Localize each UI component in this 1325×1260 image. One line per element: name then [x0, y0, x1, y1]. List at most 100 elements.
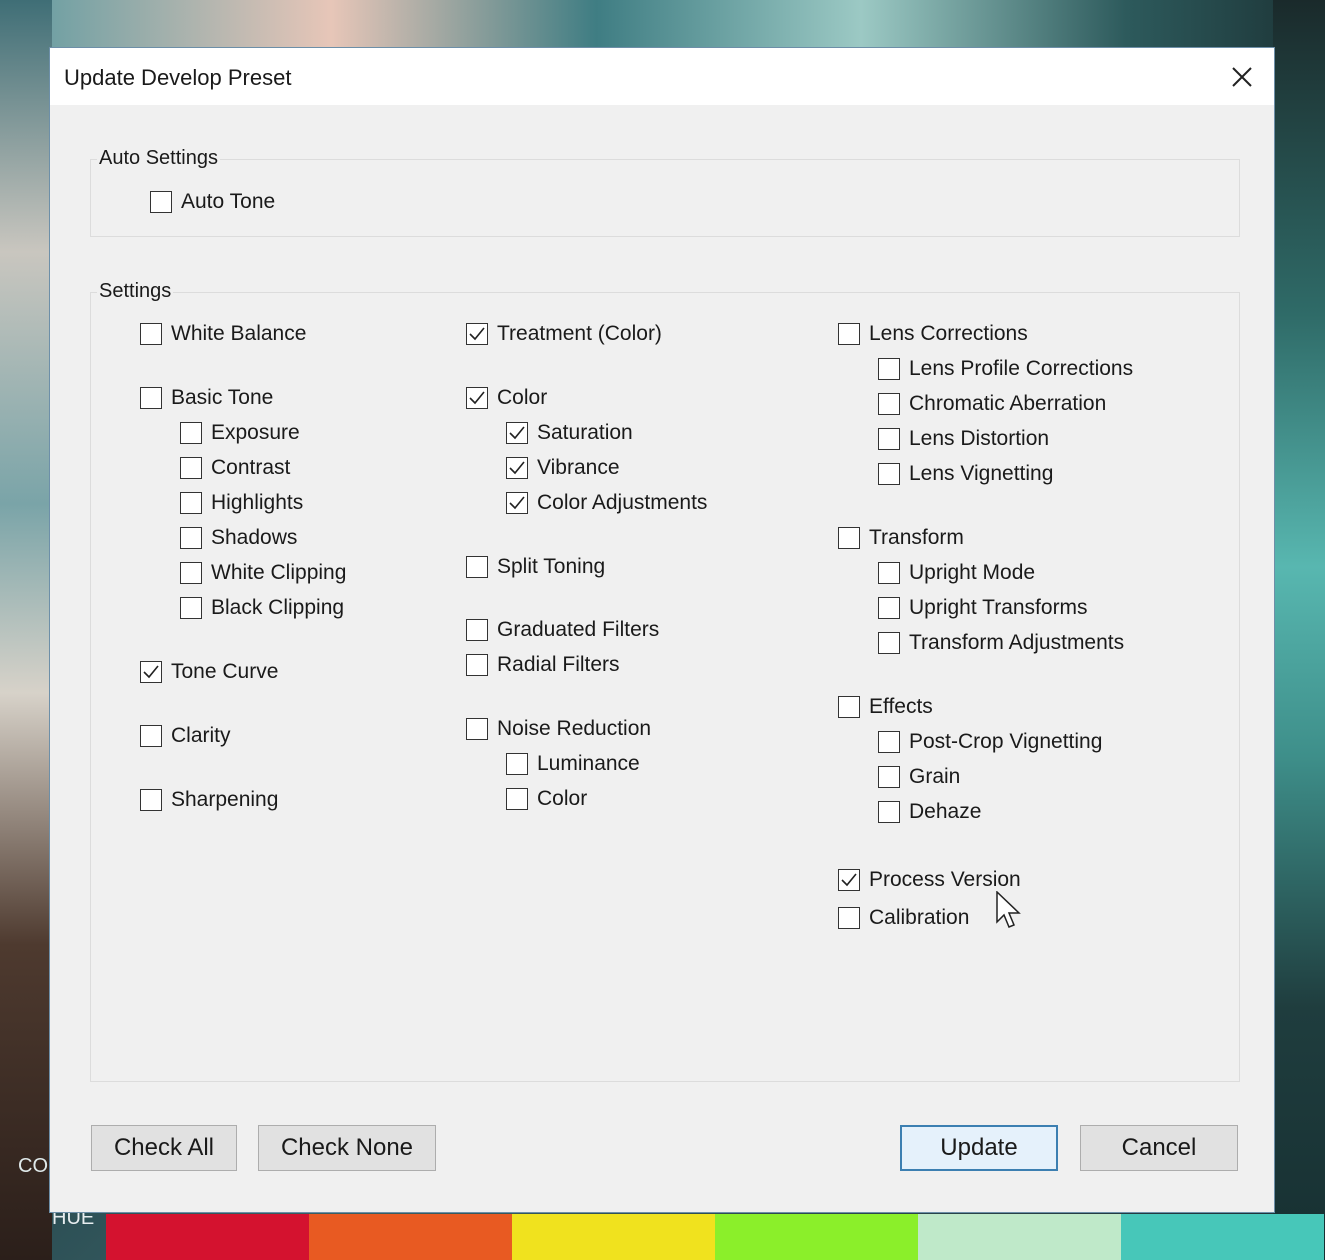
checkbox-box[interactable]: [180, 422, 202, 444]
checkbox-box[interactable]: [180, 492, 202, 514]
effects-checkbox[interactable]: Effects: [838, 693, 933, 721]
dehaze-checkbox[interactable]: Dehaze: [878, 798, 981, 826]
checkmark-icon: [509, 426, 525, 440]
transform-adjustments-checkbox[interactable]: Transform Adjustments: [878, 629, 1124, 657]
transform-checkbox[interactable]: Transform: [838, 524, 964, 552]
checkbox-box[interactable]: [878, 731, 900, 753]
checkbox-box[interactable]: [466, 323, 488, 345]
dialog-titlebar: Update Develop Preset: [50, 48, 1274, 105]
checkbox-box[interactable]: [838, 907, 860, 929]
hue-swatch: [106, 1214, 309, 1260]
checkbox-box[interactable]: [140, 387, 162, 409]
checkmark-icon: [509, 461, 525, 475]
background-photo-right: [1273, 0, 1325, 1260]
checkbox-box[interactable]: [878, 358, 900, 380]
white-balance-checkbox[interactable]: White Balance: [140, 320, 306, 348]
hue-swatch: [1121, 1214, 1324, 1260]
lens-vignetting-checkbox[interactable]: Lens Vignetting: [878, 460, 1053, 488]
checkbox-box[interactable]: [506, 492, 528, 514]
color-checkbox[interactable]: Color: [506, 785, 587, 813]
checkbox-box[interactable]: [466, 556, 488, 578]
checkbox-box[interactable]: [838, 323, 860, 345]
checkbox-box[interactable]: [878, 597, 900, 619]
radial-filters-checkbox[interactable]: Radial Filters: [466, 651, 620, 679]
sharpening-checkbox[interactable]: Sharpening: [140, 786, 278, 814]
lens-distortion-checkbox[interactable]: Lens Distortion: [878, 425, 1049, 453]
checkbox-box[interactable]: [180, 527, 202, 549]
lens-corrections-checkbox[interactable]: Lens Corrections: [838, 320, 1028, 348]
checkbox-box[interactable]: [878, 632, 900, 654]
checkbox-label: White Balance: [171, 322, 307, 345]
checkbox-box[interactable]: [506, 457, 528, 479]
tone-curve-checkbox[interactable]: Tone Curve: [140, 658, 278, 686]
color-checkbox[interactable]: Color: [466, 384, 547, 412]
checkbox-label: Upright Transforms: [909, 596, 1088, 619]
checkbox-box[interactable]: [506, 422, 528, 444]
highlights-checkbox[interactable]: Highlights: [180, 489, 303, 517]
lens-profile-corrections-checkbox[interactable]: Lens Profile Corrections: [878, 355, 1133, 383]
checkbox-box[interactable]: [466, 619, 488, 641]
noise-reduction-checkbox[interactable]: Noise Reduction: [466, 715, 651, 743]
checkbox-box[interactable]: [838, 869, 860, 891]
checkbox-box[interactable]: [180, 457, 202, 479]
shadows-checkbox[interactable]: Shadows: [180, 524, 297, 552]
white-clipping-checkbox[interactable]: White Clipping: [180, 559, 346, 587]
black-clipping-checkbox[interactable]: Black Clipping: [180, 594, 344, 622]
graduated-filters-checkbox[interactable]: Graduated Filters: [466, 616, 659, 644]
checkbox-box[interactable]: [506, 788, 528, 810]
luminance-checkbox[interactable]: Luminance: [506, 750, 640, 778]
checkbox-box[interactable]: [140, 789, 162, 811]
checkbox-box[interactable]: [150, 191, 172, 213]
checkbox-box[interactable]: [140, 661, 162, 683]
checkbox-box[interactable]: [878, 428, 900, 450]
update-button[interactable]: Update: [900, 1125, 1058, 1171]
checkmark-icon: [841, 873, 857, 887]
checkbox-box[interactable]: [140, 725, 162, 747]
calibration-checkbox[interactable]: Calibration: [838, 904, 969, 932]
checkbox-box[interactable]: [180, 597, 202, 619]
checkmark-icon: [509, 496, 525, 510]
checkbox-box[interactable]: [140, 323, 162, 345]
vibrance-checkbox[interactable]: Vibrance: [506, 454, 620, 482]
check-none-button[interactable]: Check None: [258, 1125, 436, 1171]
process-version-checkbox[interactable]: Process Version: [838, 866, 1021, 894]
contrast-checkbox[interactable]: Contrast: [180, 454, 290, 482]
clarity-checkbox[interactable]: Clarity: [140, 722, 231, 750]
upright-mode-checkbox[interactable]: Upright Mode: [878, 559, 1035, 587]
checkbox-label: Effects: [869, 695, 933, 718]
checkbox-label: Grain: [909, 765, 961, 788]
checkbox-label: Tone Curve: [171, 660, 279, 683]
grain-checkbox[interactable]: Grain: [878, 763, 960, 791]
checkbox-label: Chromatic Aberration: [909, 392, 1107, 415]
checkbox-box[interactable]: [838, 527, 860, 549]
checkbox-box[interactable]: [878, 562, 900, 584]
check-all-button[interactable]: Check All: [91, 1125, 237, 1171]
close-button[interactable]: [1210, 48, 1274, 105]
treatment-color-checkbox[interactable]: Treatment (Color): [466, 320, 662, 348]
upright-transforms-checkbox[interactable]: Upright Transforms: [878, 594, 1088, 622]
color-adjustments-checkbox[interactable]: Color Adjustments: [506, 489, 707, 517]
cancel-button[interactable]: Cancel: [1080, 1125, 1238, 1171]
background-photo-left: [0, 0, 52, 1260]
hue-swatch: [918, 1214, 1121, 1260]
checkbox-label: Process Version: [869, 868, 1021, 891]
checkbox-box[interactable]: [506, 753, 528, 775]
checkbox-box[interactable]: [466, 387, 488, 409]
checkbox-box[interactable]: [180, 562, 202, 584]
post-crop-vignetting-checkbox[interactable]: Post-Crop Vignetting: [878, 728, 1102, 756]
checkbox-box[interactable]: [466, 718, 488, 740]
checkbox-box[interactable]: [878, 766, 900, 788]
checkbox-box[interactable]: [878, 801, 900, 823]
split-toning-checkbox[interactable]: Split Toning: [466, 553, 605, 581]
checkbox-box[interactable]: [878, 393, 900, 415]
exposure-checkbox[interactable]: Exposure: [180, 419, 300, 447]
saturation-checkbox[interactable]: Saturation: [506, 419, 633, 447]
checkbox-box[interactable]: [838, 696, 860, 718]
checkbox-box[interactable]: [878, 463, 900, 485]
auto-tone-checkbox[interactable]: Auto Tone: [150, 188, 275, 216]
checkbox-label: Lens Profile Corrections: [909, 357, 1134, 380]
chromatic-aberration-checkbox[interactable]: Chromatic Aberration: [878, 390, 1106, 418]
checkbox-box[interactable]: [466, 654, 488, 676]
basic-tone-checkbox[interactable]: Basic Tone: [140, 384, 273, 412]
checkbox-label: Lens Vignetting: [909, 462, 1054, 485]
